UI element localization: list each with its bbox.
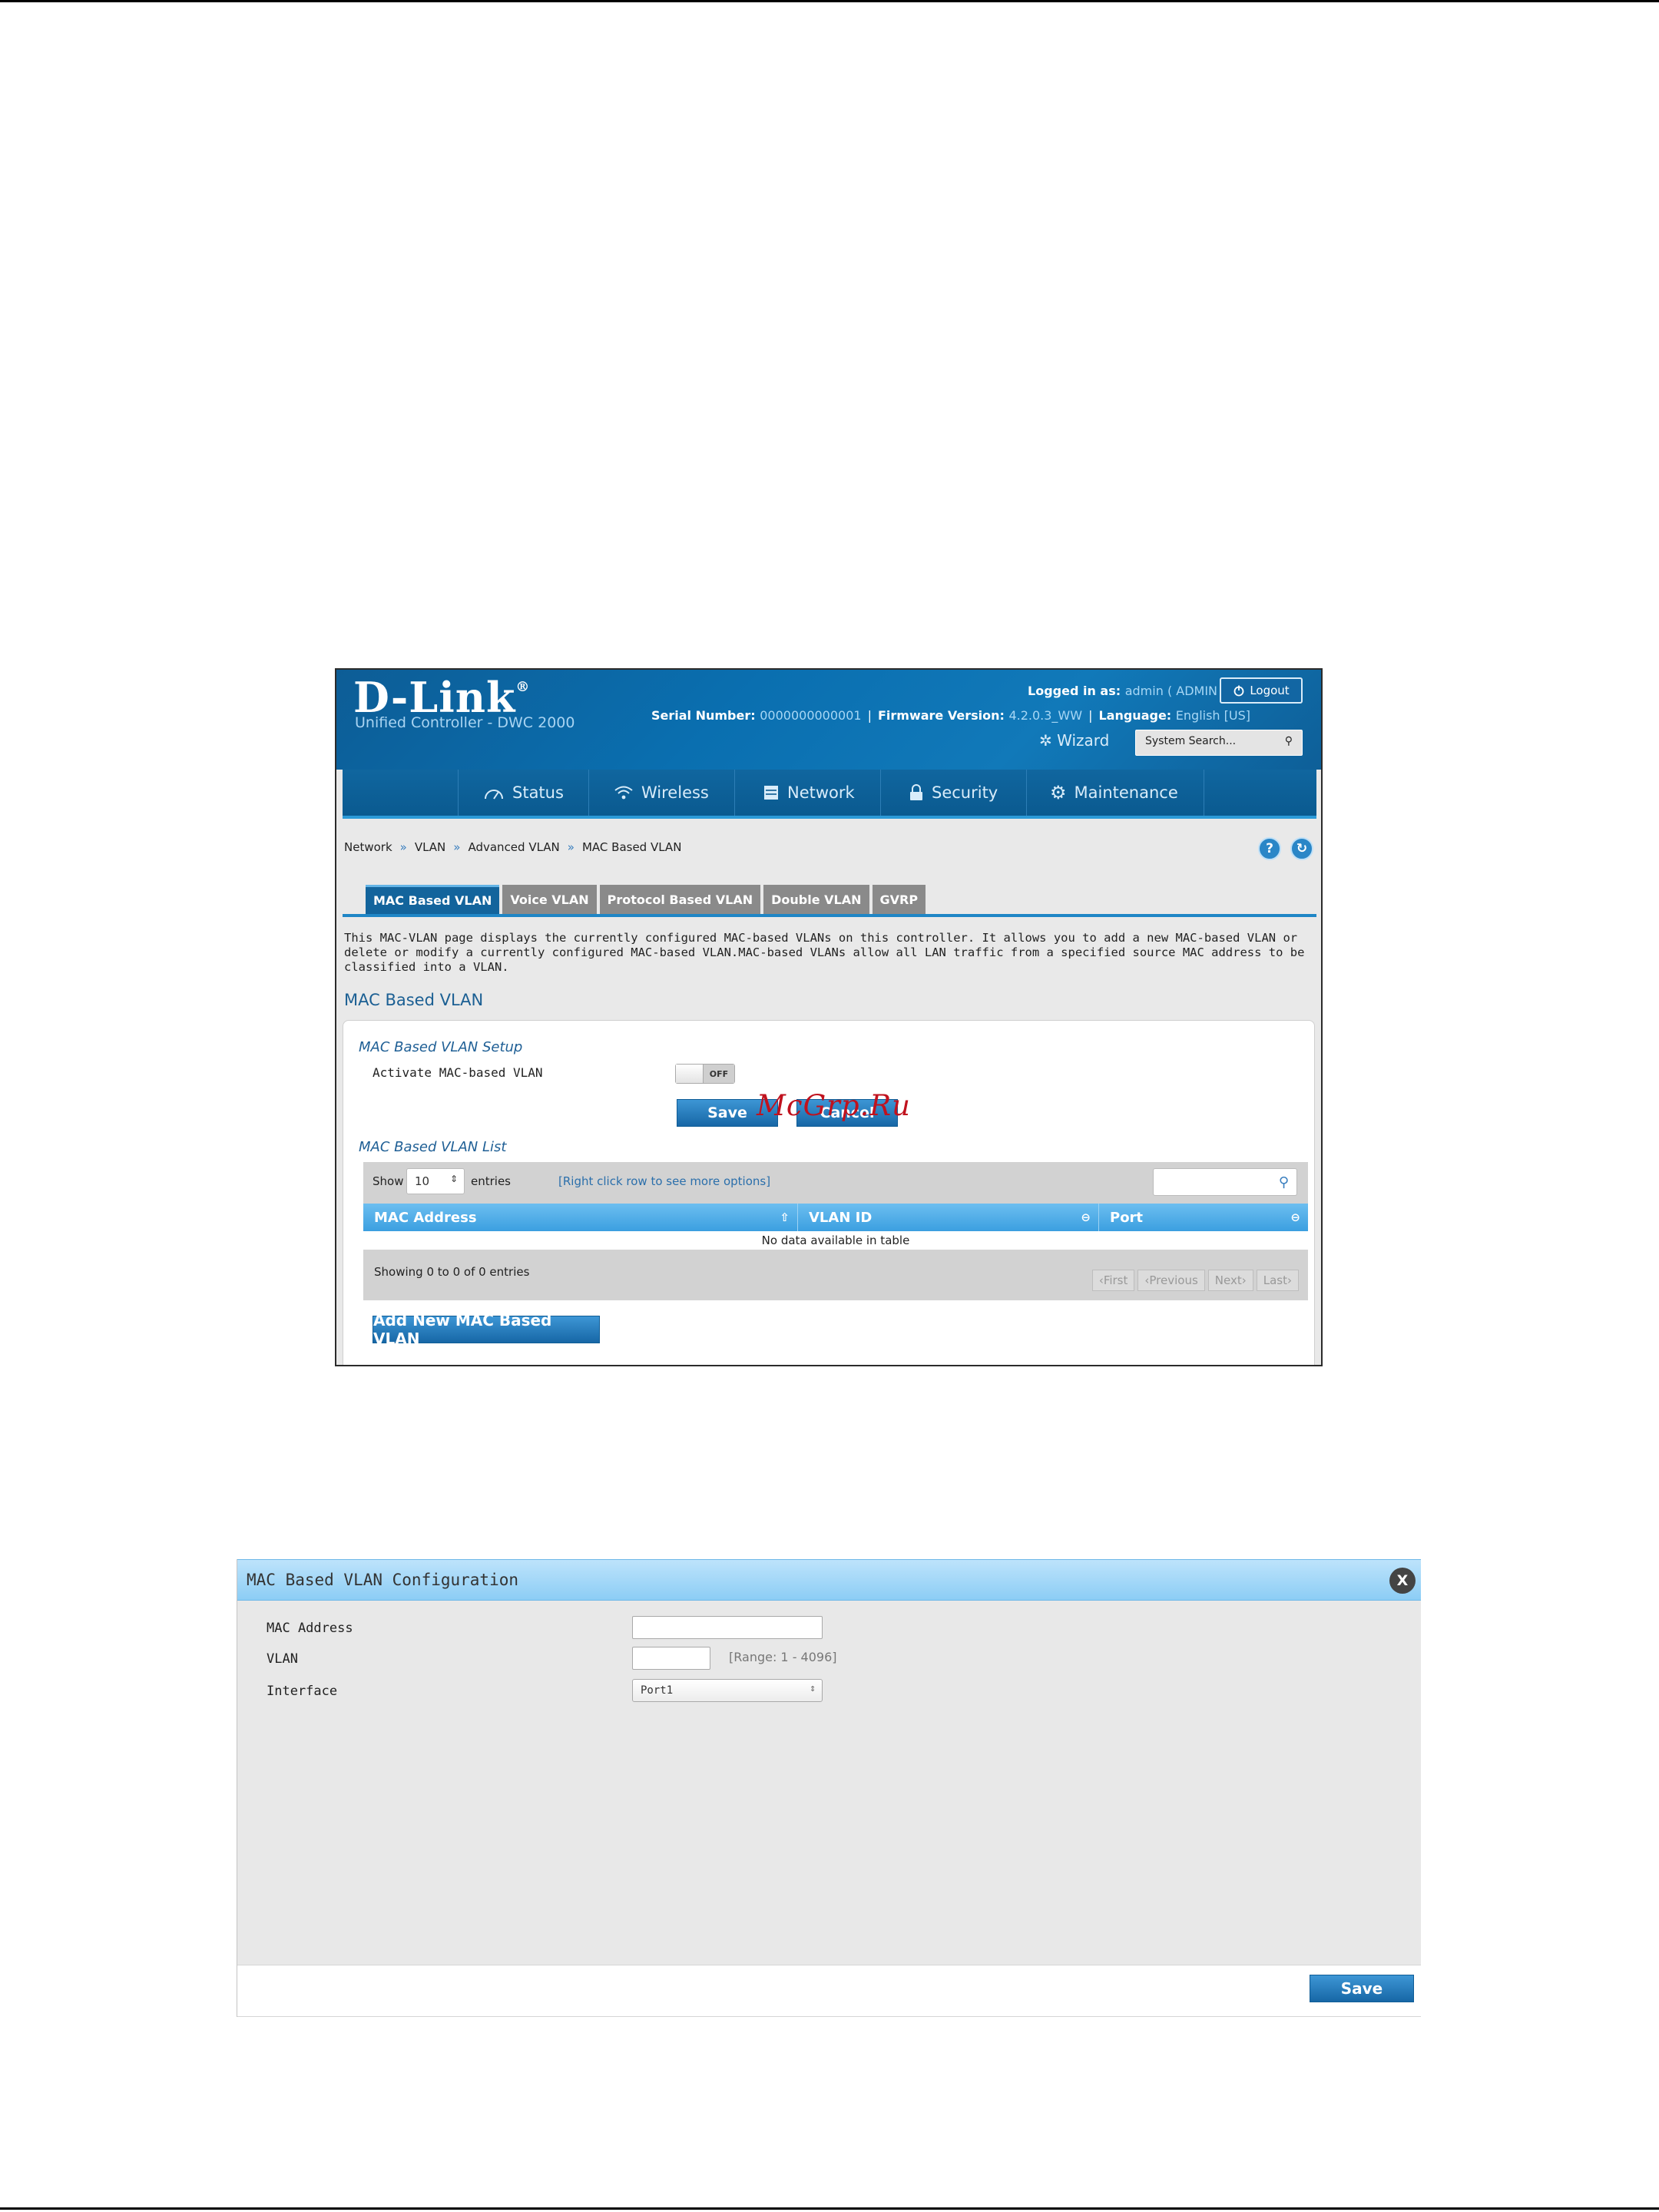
breadcrumb-network[interactable]: Network xyxy=(344,840,392,854)
toggle-knob xyxy=(676,1065,704,1083)
logout-button[interactable]: Logout xyxy=(1220,677,1303,704)
table-toolbar: Show 10 ⇕ entries [Right click row to see… xyxy=(363,1162,1308,1204)
breadcrumb-advanced-vlan[interactable]: Advanced VLAN xyxy=(468,840,559,854)
section-title: MAC Based VLAN xyxy=(344,991,484,1009)
list-title: MAC Based VLAN List xyxy=(359,1139,507,1155)
nav-maintenance[interactable]: ⚙ Maintenance xyxy=(1026,770,1204,816)
serial-number: 0000000000001 xyxy=(760,708,862,723)
product-name: Unified Controller - DWC 2000 xyxy=(355,714,575,731)
lock-icon xyxy=(910,784,922,800)
magnifier-icon: ⚲ xyxy=(1278,1174,1289,1190)
mac-vlan-page-screenshot: D-Link® Unified Controller - DWC 2000 Lo… xyxy=(335,668,1323,1366)
power-icon xyxy=(1233,685,1244,697)
tab-voice-vlan[interactable]: Voice VLAN xyxy=(502,885,597,914)
server-icon xyxy=(764,786,778,800)
page-next-button[interactable]: Next › xyxy=(1207,1270,1253,1291)
breadcrumb: Network» VLAN» Advanced VLAN» MAC Based VLA… xyxy=(344,840,682,854)
activate-label: Activate MAC-based VLAN xyxy=(373,1065,543,1080)
logged-user: admin ( ADMIN ) xyxy=(1124,684,1227,698)
breadcrumb-vlan[interactable]: VLAN xyxy=(415,840,445,854)
wifi-icon xyxy=(614,786,633,800)
col-port[interactable]: Port ⊖ xyxy=(1099,1204,1308,1231)
nav-security[interactable]: Security xyxy=(880,770,1026,816)
dialog-title: MAC Based VLAN Configuration xyxy=(247,1571,519,1589)
dialog-save-button[interactable]: Save xyxy=(1310,1975,1414,2002)
nav-network[interactable]: Network xyxy=(734,770,880,816)
table-search-input[interactable]: ⚲ xyxy=(1153,1168,1297,1196)
add-new-mac-vlan-button[interactable]: Add New MAC Based VLAN xyxy=(373,1311,600,1348)
right-click-hint: [Right click row to see more options] xyxy=(558,1174,771,1188)
show-label: Show xyxy=(373,1174,404,1188)
tab-double-vlan[interactable]: Double VLAN xyxy=(763,885,869,914)
pagination: ‹ First ‹ Previous Next › Last › xyxy=(1091,1270,1299,1291)
dialog-header: MAC Based VLAN Configuration X xyxy=(237,1559,1421,1601)
magnifier-icon: ⚲ xyxy=(1284,735,1293,747)
activate-toggle[interactable]: OFF xyxy=(675,1064,735,1084)
breadcrumb-current: MAC Based VLAN xyxy=(581,840,682,854)
gauge-icon xyxy=(485,790,503,800)
sort-icon: ⊖ xyxy=(1290,1210,1300,1224)
mac-vlan-config-dialog: MAC Based VLAN Configuration X MAC Addre… xyxy=(237,1559,1421,2017)
col-mac-address[interactable]: MAC Address ⇧ xyxy=(363,1204,798,1231)
device-info: Serial Number: 0000000000001 | Firmware Ve… xyxy=(651,708,1250,723)
vlan-range-hint: [Range: 1 - 4096] xyxy=(729,1650,837,1664)
bottom-rule xyxy=(0,2207,1659,2210)
tab-bar: MAC Based VLAN Voice VLAN Protocol Based… xyxy=(366,885,926,914)
main-nav: Status Wireless Network Security ⚙ Maint… xyxy=(343,770,1316,819)
logged-in-info: Logged in as: admin ( ADMIN ) xyxy=(1028,684,1227,698)
entries-label: entries xyxy=(471,1174,511,1188)
top-rule xyxy=(0,0,1659,2)
select-arrows-icon: ⇕ xyxy=(449,1174,458,1184)
page-last-button[interactable]: Last › xyxy=(1256,1270,1299,1291)
dialog-footer: Save xyxy=(237,1965,1421,2017)
empty-table-message: No data available in table xyxy=(363,1231,1308,1250)
help-icon[interactable]: ? xyxy=(1258,837,1281,860)
tab-gvrp[interactable]: GVRP xyxy=(872,885,926,914)
mac-vlan-panel: MAC Based VLAN Setup Activate MAC-based … xyxy=(343,1020,1315,1365)
sort-asc-icon: ⇧ xyxy=(780,1210,790,1224)
close-icon[interactable]: X xyxy=(1389,1568,1416,1594)
logout-label: Logout xyxy=(1250,684,1290,697)
table-footer: Showing 0 to 0 of 0 entries ‹ First ‹ Pr… xyxy=(363,1250,1308,1300)
vlan-label: VLAN xyxy=(267,1651,298,1667)
watermark: McGrp.Ru xyxy=(757,1089,911,1122)
nav-status[interactable]: Status xyxy=(458,770,588,816)
showing-entries: Showing 0 to 0 of 0 entries xyxy=(374,1265,530,1279)
interface-label: Interface xyxy=(267,1684,338,1699)
interface-select[interactable]: Port1 ⇕ xyxy=(632,1679,823,1702)
help-icons: ? ↻ xyxy=(1258,837,1313,860)
sort-icon: ⊖ xyxy=(1081,1210,1091,1224)
vlan-input[interactable] xyxy=(632,1647,710,1670)
firmware-version: 4.2.0.3_WW xyxy=(1008,708,1083,723)
gears-icon: ⚙ xyxy=(1050,782,1067,803)
mac-address-label: MAC Address xyxy=(267,1621,353,1636)
select-arrows-icon: ⇕ xyxy=(810,1683,816,1694)
mac-address-input[interactable] xyxy=(632,1616,823,1639)
wizard-link[interactable]: ✲ Wizard xyxy=(1039,731,1109,750)
language-link[interactable]: English [US] xyxy=(1176,708,1250,723)
tab-underline xyxy=(343,914,1316,917)
page-first-button[interactable]: ‹ First xyxy=(1091,1270,1135,1291)
col-vlan-id[interactable]: VLAN ID ⊖ xyxy=(798,1204,1099,1231)
tab-mac-based-vlan[interactable]: MAC Based VLAN xyxy=(366,885,500,914)
page-description: This MAC-VLAN page displays the currentl… xyxy=(344,931,1305,974)
nav-wireless[interactable]: Wireless xyxy=(588,770,734,816)
magic-wand-icon: ✲ xyxy=(1039,731,1052,750)
tab-protocol-based-vlan[interactable]: Protocol Based VLAN xyxy=(599,885,761,914)
setup-title: MAC Based VLAN Setup xyxy=(359,1039,523,1055)
entries-select[interactable]: 10 ⇕ xyxy=(406,1168,465,1194)
toggle-state: OFF xyxy=(704,1065,734,1083)
system-search-input[interactable]: System Search... ⚲ xyxy=(1135,730,1303,756)
table-header: MAC Address ⇧ VLAN ID ⊖ Port ⊖ xyxy=(363,1204,1308,1231)
page-header: D-Link® Unified Controller - DWC 2000 Lo… xyxy=(336,670,1321,770)
page-previous-button[interactable]: ‹ Previous xyxy=(1137,1270,1205,1291)
refresh-icon[interactable]: ↻ xyxy=(1290,837,1313,860)
